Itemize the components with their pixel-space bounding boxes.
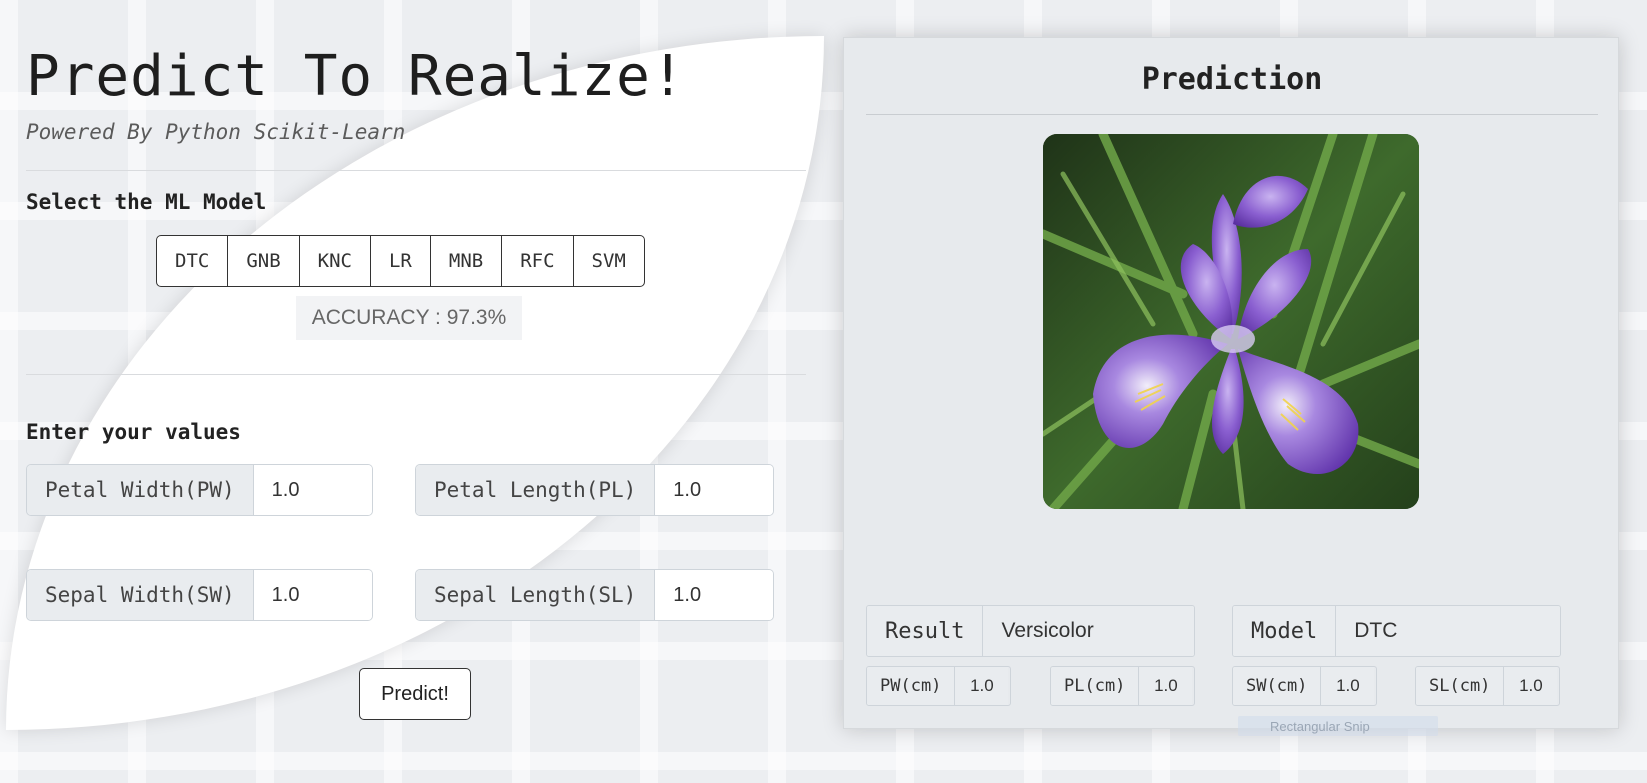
model-section-label: Select the ML Model — [26, 190, 267, 214]
model-button-mnb[interactable]: MNB — [431, 236, 503, 286]
divider — [866, 114, 1598, 115]
page-subtitle: Powered By Python Scikit-Learn — [26, 120, 406, 144]
divider — [26, 170, 806, 171]
input-form: Predict To Realize! Powered By Python Sc… — [26, 38, 806, 720]
model-button-gnb[interactable]: GNB — [228, 236, 300, 286]
sw-summary-label: SW(cm) — [1233, 667, 1322, 705]
result-label: Result — [867, 606, 984, 656]
result-value: Versicolor — [983, 606, 1194, 656]
result-output: Result Versicolor — [866, 605, 1195, 657]
sl-summary: SL(cm) 1.0 — [1415, 666, 1560, 706]
model-button-lr[interactable]: LR — [371, 236, 431, 286]
divider — [26, 374, 806, 375]
model-button-knc[interactable]: KNC — [300, 236, 371, 286]
sepal-width-input[interactable]: 1.0 — [253, 570, 372, 620]
petal-width-label: Petal Width(PW) — [27, 465, 254, 515]
pw-summary-label: PW(cm) — [867, 667, 956, 705]
snip-tooltip: Rectangular Snip — [1238, 716, 1438, 736]
model-button-rfc[interactable]: RFC — [502, 236, 574, 286]
accuracy-readout: ACCURACY : 97.3% — [296, 296, 522, 340]
sw-summary-value: 1.0 — [1321, 667, 1375, 705]
sl-summary-label: SL(cm) — [1416, 667, 1505, 705]
prediction-panel: Prediction Result Versicolor Model DTC P… — [843, 37, 1619, 736]
model-button-svm[interactable]: SVM — [574, 236, 644, 286]
sepal-length-field: Sepal Length(SL) 1.0 — [415, 569, 775, 621]
sl-summary-value: 1.0 — [1504, 667, 1558, 705]
sepal-length-label: Sepal Length(SL) — [416, 570, 656, 620]
model-button-group: DTC GNB KNC LR MNB RFC SVM — [156, 235, 645, 287]
model-button-dtc[interactable]: DTC — [157, 236, 229, 286]
model-value: DTC — [1336, 606, 1560, 656]
sw-summary: SW(cm) 1.0 — [1232, 666, 1377, 706]
prediction-title: Prediction — [1141, 62, 1323, 97]
iris-flower-image — [1043, 134, 1419, 509]
pw-summary: PW(cm) 1.0 — [866, 666, 1011, 706]
sepal-length-input[interactable]: 1.0 — [655, 570, 774, 620]
sepal-width-label: Sepal Width(SW) — [27, 570, 254, 620]
pl-summary: PL(cm) 1.0 — [1050, 666, 1195, 706]
petal-width-input[interactable]: 1.0 — [253, 465, 372, 515]
sepal-width-field: Sepal Width(SW) 1.0 — [26, 569, 373, 621]
petal-length-label: Petal Length(PL) — [416, 465, 656, 515]
petal-length-field: Petal Length(PL) 1.0 — [415, 464, 775, 516]
pl-summary-value: 1.0 — [1139, 667, 1193, 705]
model-output: Model DTC — [1232, 605, 1561, 657]
model-label: Model — [1233, 606, 1337, 656]
pl-summary-label: PL(cm) — [1051, 667, 1140, 705]
page-title: Predict To Realize! — [26, 44, 686, 109]
values-section-label: Enter your values — [26, 420, 241, 444]
petal-length-input[interactable]: 1.0 — [655, 465, 774, 515]
predict-button[interactable]: Predict! — [359, 668, 471, 720]
pw-summary-value: 1.0 — [955, 667, 1009, 705]
petal-width-field: Petal Width(PW) 1.0 — [26, 464, 373, 516]
